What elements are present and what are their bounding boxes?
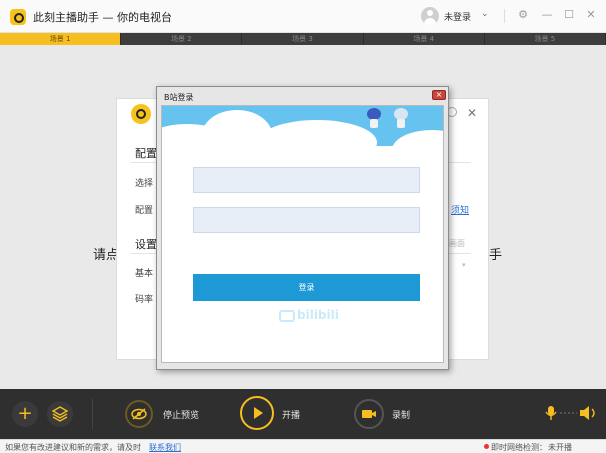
bottom-toolbar	[0, 389, 606, 439]
record-label[interactable]: 录制	[392, 408, 410, 421]
start-stream-label[interactable]: 开播	[282, 408, 300, 421]
record-button[interactable]	[354, 399, 384, 429]
speaker-icon[interactable]	[580, 406, 595, 420]
login-status-label[interactable]: 未登录	[444, 10, 471, 23]
bilibili-watermark-text: bilibili	[297, 308, 339, 322]
section-heading-config: 配置	[135, 147, 157, 160]
app-logo-icon	[10, 9, 26, 25]
config-label: 配置	[135, 206, 154, 216]
dropdown-arrow-icon[interactable]: ▾	[462, 261, 466, 269]
panel-close-icon[interactable]: ✕	[467, 106, 477, 120]
password-input[interactable]	[193, 207, 420, 233]
dialog-title: B站登录	[164, 93, 194, 102]
mascot-22-icon	[367, 108, 381, 128]
feedback-text: 如果您有改进建议和新的需求，请及时	[5, 443, 141, 452]
cloud-banner	[162, 106, 443, 146]
status-bar: 如果您有改进建议和新的需求，请及时 联系我们 即时网络检测： 未开播	[0, 439, 606, 453]
chevron-down-icon[interactable]: ⌄	[481, 9, 489, 19]
play-icon	[254, 407, 263, 419]
network-check-label: 即时网络检测：	[491, 443, 547, 452]
plus-icon: +	[17, 403, 33, 424]
settings-gear-icon[interactable]: ⚙	[514, 6, 532, 24]
stage-prompt-right: 手	[489, 248, 503, 263]
network-check-value: 未开播	[548, 443, 572, 452]
notice-link[interactable]: 须知	[451, 203, 469, 216]
title-bar: 此刻主播助手 — 你的电视台 未登录 ⌄ ⚙ — ☐ ✕	[0, 0, 606, 33]
tab-scene-4[interactable]: 场景 4	[364, 33, 485, 45]
contact-us-link[interactable]: 联系我们	[149, 442, 181, 453]
bilibili-watermark: bilibili	[279, 308, 339, 322]
camera-icon	[362, 410, 376, 418]
dialog-close-button[interactable]: ×	[432, 90, 446, 100]
basic-label: 基本	[135, 269, 154, 279]
dialog-content: 登录 bilibili	[161, 105, 444, 363]
cloud-shape	[392, 130, 443, 146]
microphone-icon[interactable]	[545, 406, 557, 420]
tab-scene-3[interactable]: 场景 3	[242, 33, 364, 45]
tab-scene-2[interactable]: 场景 2	[121, 33, 243, 45]
title-bar-divider	[504, 9, 505, 23]
select-label: 选择	[135, 179, 154, 189]
scene-tabs: 场景 1 场景 2 场景 3 场景 4 场景 5	[0, 33, 606, 45]
start-stream-button[interactable]	[240, 396, 274, 430]
close-window-icon[interactable]: ✕	[582, 6, 600, 24]
bilibili-tv-icon	[279, 309, 295, 322]
layers-icon	[51, 406, 69, 422]
section-heading-settings: 设置	[135, 238, 157, 251]
username-input[interactable]	[193, 167, 420, 193]
login-button[interactable]: 登录	[193, 274, 420, 301]
panel-logo-icon	[131, 104, 151, 124]
login-dialog: B站登录 × 登录 bilibili	[156, 86, 449, 370]
stop-preview-label[interactable]: 停止预览	[163, 408, 199, 421]
toolbar-divider	[92, 399, 93, 429]
mascot-33-icon	[394, 108, 408, 128]
eye-off-icon	[131, 408, 147, 420]
stop-preview-button[interactable]	[125, 400, 153, 428]
tab-scene-5[interactable]: 场景 5	[485, 33, 606, 45]
app-title: 此刻主播助手 — 你的电视台	[33, 11, 172, 24]
minimize-icon[interactable]: —	[538, 6, 556, 24]
tab-scene-1[interactable]: 场景 1	[0, 33, 122, 45]
bitrate-label: 码率	[135, 295, 154, 305]
network-status-dot-icon	[484, 444, 489, 449]
audio-controls	[545, 406, 595, 420]
maximize-icon[interactable]: ☐	[560, 6, 578, 24]
add-source-button[interactable]: +	[12, 401, 38, 427]
user-avatar-icon[interactable]	[421, 7, 439, 25]
layers-button[interactable]	[47, 401, 73, 427]
picture-option-label: 画面	[449, 239, 465, 248]
cloud-shape	[257, 120, 377, 146]
